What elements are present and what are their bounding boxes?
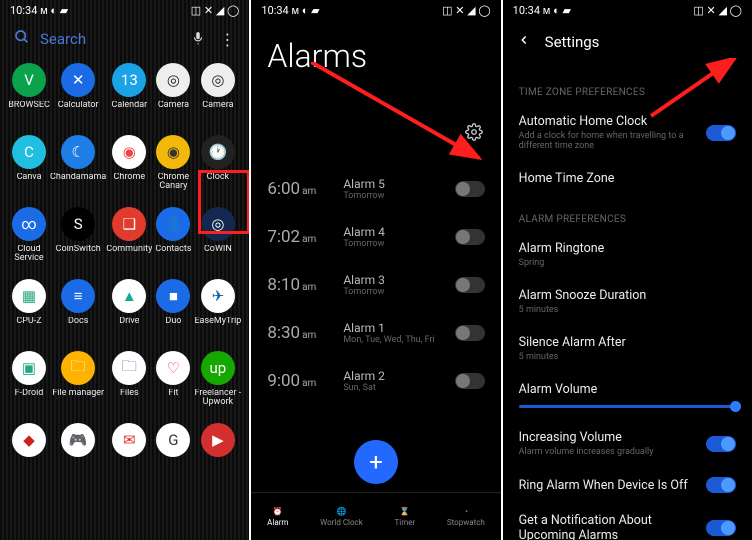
app-drive[interactable]: ▲Drive [106,279,152,337]
app-coinswitch[interactable]: SCoinSwitch [50,207,106,265]
toggle-ring-when-off[interactable] [706,477,736,493]
app-cowin[interactable]: ◎CoWIN [194,207,241,265]
app-duo[interactable]: ■Duo [152,279,194,337]
setting-alarm-volume: Alarm Volume [503,372,752,401]
app-chrome[interactable]: ◉Chrome [106,135,152,193]
app-calendar[interactable]: 13Calendar [106,63,152,121]
alarm-item[interactable]: 8:30am Alarm 1Mon, Tue, Wed, Thu, Fri [267,309,484,357]
statusbar: 10:34 ᴍ ◐ ▰ ◫ ✕ ◢ ◯ [503,0,752,19]
alarm-toggle[interactable] [455,373,485,389]
alarm-list: 6:00am Alarm 5Tomorrow 7:02am Alarm 4Tom… [251,165,500,405]
toggle-increasing-volume[interactable] [706,436,736,452]
settings-gear-icon[interactable] [465,123,483,145]
section-alarm-prefs: ALARM PREFERENCES [503,196,752,231]
settings-title: Settings [545,33,600,51]
app-docs[interactable]: ≡Docs [50,279,106,337]
app-cpu-z[interactable]: ▦CPU-Z [8,279,50,337]
nav-alarm[interactable]: ⏰Alarm [267,507,288,527]
setting-auto-home-clock[interactable]: Automatic Home ClockAdd a clock for home… [503,104,752,161]
alarm-toggle[interactable] [455,277,485,293]
app-icon[interactable]: ✉ [106,423,152,481]
app-camera[interactable]: ◎Camera [152,63,194,121]
app-f-droid[interactable]: ▣F-Droid [8,351,50,409]
setting-ring-when-off[interactable]: Ring Alarm When Device Is Off [503,467,752,503]
add-alarm-fab[interactable]: + [354,440,398,484]
search-placeholder: Search [40,30,177,48]
alarm-item[interactable]: 7:02am Alarm 4Tomorrow [267,213,484,261]
setting-increasing-volume[interactable]: Increasing VolumeAlarm volume increases … [503,420,752,467]
mic-icon[interactable] [191,30,205,49]
app-files[interactable]: 🗀Files [106,351,152,409]
app-browsec[interactable]: VBROWSEC [8,63,50,121]
setting-upcoming-notification[interactable]: Get a Notification About Upcoming Alarms [503,503,752,540]
phone-app-drawer: 10:34 ᴍ ◐ ▰ ◫ ✕ ◢ ◯ Search ⋮ VBROWSEC✕Ca… [0,0,249,540]
alarm-item[interactable]: 8:10am Alarm 3Tomorrow [267,261,484,309]
back-icon[interactable] [517,33,531,51]
alarm-volume-slider[interactable] [519,405,736,408]
nav-timer[interactable]: ⌛Timer [394,507,415,527]
setting-alarm-ringtone[interactable]: Alarm RingtoneSpring [503,231,752,278]
section-timezone: TIME ZONE PREFERENCES [503,69,752,104]
nav-stopwatch[interactable]: ◔Stopwatch [447,507,485,527]
phone-alarms: 10:34 ᴍ ◐ ▰ ◫ ✕ ◢ ◯ Alarms 6:00am Alarm … [251,0,500,540]
status-time: 10:34 [10,4,37,17]
app-icon[interactable]: ▶ [194,423,241,481]
app-icon[interactable]: ◆ [8,423,50,481]
status-right-icons: ◫ ✕ ◢ ◯ [191,4,240,17]
setting-home-time-zone[interactable]: Home Time Zone [503,161,752,196]
alarm-toggle[interactable] [455,229,485,245]
alarm-toggle[interactable] [455,325,485,341]
bottom-nav: ⏰Alarm 🌐World Clock ⌛Timer ◔Stopwatch [251,492,500,540]
alarm-item[interactable]: 6:00am Alarm 5Tomorrow [267,165,484,213]
app-contacts[interactable]: 👤Contacts [152,207,194,265]
app-icon[interactable]: 🎮 [50,423,106,481]
app-clock[interactable]: 🕐Clock [194,135,241,193]
app-community[interactable]: ❑Community [106,207,152,265]
search-bar[interactable]: Search ⋮ [0,19,249,63]
app-camera[interactable]: ◎Camera [194,63,241,121]
app-file-manager[interactable]: 🗀File manager [50,351,106,409]
app-calculator[interactable]: ✕Calculator [50,63,106,121]
setting-snooze-duration[interactable]: Alarm Snooze Duration5 minutes [503,278,752,325]
alarms-title: Alarms [251,19,500,83]
toggle-upcoming-notification[interactable] [706,520,736,536]
more-icon[interactable]: ⋮ [219,30,235,49]
nav-world-clock[interactable]: 🌐World Clock [320,507,363,527]
alarm-toggle[interactable] [455,181,485,197]
app-chandamama[interactable]: ☾Chandamama [50,135,106,193]
toggle-auto-home-clock[interactable] [706,125,736,141]
app-icon[interactable]: G [152,423,194,481]
statusbar: 10:34 ᴍ ◐ ▰ ◫ ✕ ◢ ◯ [251,0,500,19]
app-easemytrip[interactable]: ✈EaseMyTrip [194,279,241,337]
phone-clock-settings: 10:34 ᴍ ◐ ▰ ◫ ✕ ◢ ◯ Settings TIME ZONE P… [503,0,752,540]
app-cloud-service[interactable]: ∞Cloud Service [8,207,50,265]
app-chrome-canary[interactable]: ◉Chrome Canary [152,135,194,193]
search-icon [14,29,30,49]
alarm-item[interactable]: 9:00am Alarm 2Sun, Sat [267,357,484,405]
app-grid: VBROWSEC✕Calculator13Calendar◎Camera◎Cam… [0,63,249,481]
settings-header: Settings [503,19,752,69]
statusbar: 10:34 ᴍ ◐ ▰ ◫ ✕ ◢ ◯ [0,0,249,19]
setting-silence-after[interactable]: Silence Alarm After5 minutes [503,325,752,372]
app-canva[interactable]: CCanva [8,135,50,193]
app-fit[interactable]: ♡Fit [152,351,194,409]
app-freelancer-upwork[interactable]: upFreelancer - Upwork [194,351,241,409]
